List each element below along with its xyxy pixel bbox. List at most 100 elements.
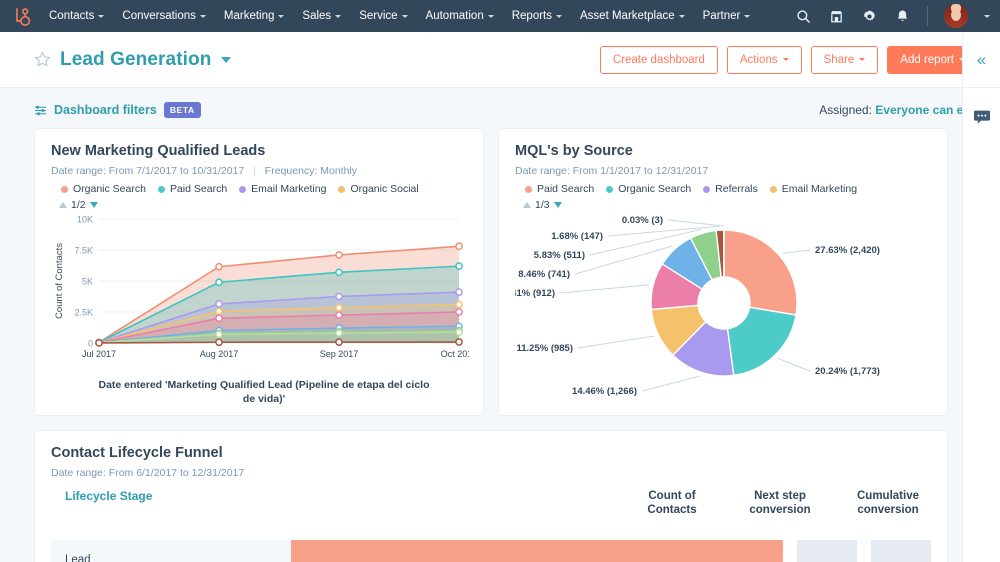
dashboard-row-1: New Marketing Qualified Leads Date range…: [34, 128, 978, 416]
svg-text:1.68% (147): 1.68% (147): [551, 231, 603, 242]
nav-label: Asset Marketplace: [580, 10, 675, 22]
nav-item-automation[interactable]: Automation: [417, 0, 503, 32]
legend-item[interactable]: Paid Search: [158, 183, 227, 195]
beta-badge: BETA: [164, 102, 201, 118]
nav-item-partner[interactable]: Partner: [694, 0, 760, 32]
filter-sliders-icon: [34, 104, 47, 117]
pager-up-icon[interactable]: [523, 202, 531, 208]
chevron-down-icon: [278, 15, 284, 18]
account-chevron-down-icon[interactable]: [984, 15, 990, 18]
nav-label: Partner: [703, 10, 741, 22]
chevron-down-icon: [556, 15, 562, 18]
svg-text:7.5K: 7.5K: [74, 246, 93, 256]
legend-item[interactable]: Referrals: [703, 183, 758, 195]
legend-item[interactable]: Email Marketing: [239, 183, 326, 195]
search-icon[interactable]: [795, 8, 812, 25]
create-dashboard-button[interactable]: Create dashboard: [600, 46, 718, 74]
svg-text:Count of Contacts: Count of Contacts: [54, 243, 65, 319]
frequency: Frequency: Monthly: [265, 165, 357, 177]
svg-text:10.41% (912): 10.41% (912): [515, 288, 555, 299]
funnel-cumulative-conversion: [871, 540, 931, 562]
funnel-metric-columns: Count of Contacts Next step conversion C…: [629, 489, 931, 518]
legend-label: Paid Search: [537, 183, 594, 195]
legend-item[interactable]: Organic Search: [61, 183, 146, 195]
chat-bubble-icon[interactable]: [973, 110, 991, 124]
nav-item-conversations[interactable]: Conversations: [113, 0, 215, 32]
legend-color-dot: [703, 186, 710, 193]
funnel-row-lead: Lead 118,579: [51, 540, 931, 562]
bell-icon[interactable]: [894, 8, 911, 25]
dashboard-filters-toggle[interactable]: Dashboard filters BETA: [34, 102, 201, 118]
dashboard-selector-chevron-down-icon[interactable]: [221, 57, 231, 63]
button-label: Share: [824, 54, 855, 66]
pager-up-icon[interactable]: [59, 202, 67, 208]
nav-item-sales[interactable]: Sales: [293, 0, 350, 32]
button-label: Add report: [900, 54, 954, 66]
nav-label: Automation: [426, 10, 484, 22]
nav-label: Reports: [512, 10, 552, 22]
date-range: Date range: From 1/1/2017 to 12/31/2017: [515, 165, 708, 177]
svg-text:Sep 2017: Sep 2017: [320, 349, 359, 359]
legend-label: Paid Search: [170, 183, 227, 195]
favorite-star-icon[interactable]: [34, 51, 51, 68]
pager-count: 1/2: [71, 199, 86, 211]
nav-item-asset-marketplace[interactable]: Asset Marketplace: [571, 0, 694, 32]
card-mqls-by-source: MQL's by Source Date range: From 1/1/201…: [498, 128, 948, 416]
nav-item-reports[interactable]: Reports: [503, 0, 571, 32]
chevron-down-icon: [335, 15, 341, 18]
legend-color-dot: [158, 186, 165, 193]
marketplace-icon[interactable]: [828, 8, 845, 25]
dashboard-grid: New Marketing Qualified Leads Date range…: [0, 128, 1000, 562]
actions-button[interactable]: Actions: [727, 46, 802, 74]
legend-item[interactable]: Organic Search: [606, 183, 691, 195]
legend-color-dot: [770, 186, 777, 193]
legend-item[interactable]: Email Marketing: [770, 183, 857, 195]
legend-item[interactable]: Paid Search: [525, 183, 594, 195]
hubspot-sprocket-logo[interactable]: [8, 3, 34, 29]
legend-label: Referrals: [715, 183, 758, 195]
nav-item-service[interactable]: Service: [350, 0, 416, 32]
svg-text:Jul 2017: Jul 2017: [82, 349, 116, 359]
nav-item-contacts[interactable]: Contacts: [40, 0, 113, 32]
legend-item[interactable]: Organic Social: [338, 183, 418, 195]
gear-icon[interactable]: [861, 8, 878, 25]
pager-down-icon[interactable]: [554, 202, 562, 208]
date-range: Date range: From 7/1/2017 to 10/31/2017: [51, 165, 244, 177]
chevron-down-icon: [402, 15, 408, 18]
svg-text:0: 0: [88, 339, 93, 349]
share-button[interactable]: Share: [811, 46, 879, 74]
user-avatar[interactable]: [944, 4, 968, 28]
donut-chart: 27.63% (2,420)20.24% (1,773)14.46% (1,26…: [515, 211, 931, 411]
legend-label: Email Marketing: [251, 183, 326, 195]
pager-count: 1/3: [535, 199, 550, 211]
chevron-down-icon: [859, 58, 865, 61]
collapse-sidebar-button[interactable]: «: [963, 32, 1000, 88]
card-title: MQL's by Source: [515, 143, 931, 159]
svg-text:10K: 10K: [77, 215, 93, 225]
card-subtitle: Date range: From 6/1/2017 to 12/31/2017: [51, 467, 931, 479]
dashboard-row-2: Contact Lifecycle Funnel Date range: Fro…: [34, 430, 978, 562]
legend-label: Organic Search: [73, 183, 146, 195]
button-label: Create dashboard: [613, 54, 705, 66]
funnel-bar[interactable]: 118,579: [291, 540, 783, 562]
donut-chart-svg: 27.63% (2,420)20.24% (1,773)14.46% (1,26…: [515, 211, 933, 406]
assigned-label: Assigned:: [819, 103, 872, 117]
chevron-down-icon: [744, 15, 750, 18]
page-title: Lead Generation: [60, 49, 211, 71]
chart-legend: Organic Search Paid Search Email Marketi…: [51, 183, 467, 195]
divider: |: [253, 165, 256, 177]
legend-pager: 1/2: [51, 199, 467, 211]
nav-label: Sales: [302, 10, 331, 22]
nav-item-marketing[interactable]: Marketing: [215, 0, 294, 32]
line-chart: 02.5K5K7.5K10KJul 2017Aug 2017Sep 2017Oc…: [51, 211, 467, 376]
legend-color-dot: [61, 186, 68, 193]
page-header: Lead Generation Create dashboard Actions…: [0, 32, 1000, 88]
legend-label: Email Marketing: [782, 183, 857, 195]
svg-text:Oct 2017: Oct 2017: [441, 349, 469, 359]
button-label: Actions: [740, 54, 778, 66]
chevron-down-icon: [98, 15, 104, 18]
legend-color-dot: [338, 186, 345, 193]
chevron-down-icon: [488, 15, 494, 18]
funnel-stage-label: Lead: [51, 540, 291, 562]
pager-down-icon[interactable]: [90, 202, 98, 208]
